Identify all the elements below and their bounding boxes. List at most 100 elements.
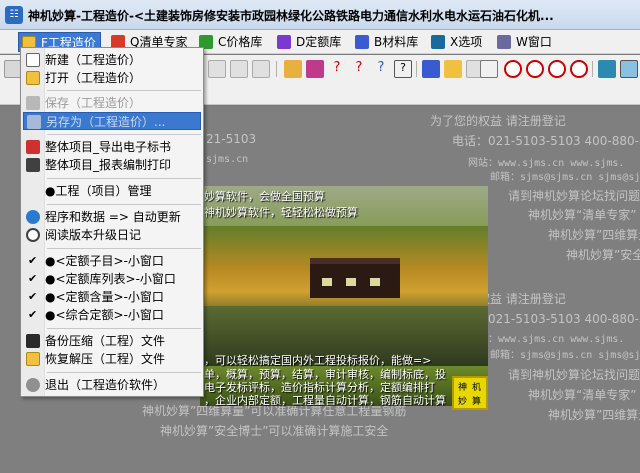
export-icon <box>26 140 40 154</box>
seal-char: 妙 <box>458 397 468 407</box>
tools-icon <box>431 35 445 49</box>
menu-item-backup[interactable]: 备份压缩（工程）文件 <box>23 332 201 350</box>
menu-ding-e-ku[interactable]: D定额库 <box>274 32 345 52</box>
help-window-icon[interactable]: ? <box>394 60 412 78</box>
menu-separator <box>47 134 201 135</box>
menu-item-quota-items-window[interactable]: ✔ ●<定额子目>-小窗口 <box>23 252 201 270</box>
globe-icon <box>26 210 40 224</box>
menu-item-auto-update[interactable]: 程序和数据 => 自动更新 <box>23 208 201 226</box>
photo-caption: 神机妙算软件，轻轻松松做预算 <box>204 206 358 219</box>
photo-caption: 妙算软件，会做全国预算 <box>204 190 325 203</box>
help-icon[interactable]: ? <box>350 60 368 78</box>
watermark-text: 神机妙算“清单专家” <box>528 208 637 222</box>
checkmark-icon: ✔ <box>28 254 38 267</box>
watermark-text: 神机妙算”安全博士”可以准确计算施工安全 <box>160 424 389 438</box>
file-menu-dropdown: 新建（工程造价） 打开（工程造价） 保存（工程造价） 另存为（工程造价）... … <box>20 47 204 397</box>
person-icon[interactable] <box>284 60 302 78</box>
save-icon[interactable] <box>422 60 440 78</box>
window-icon <box>497 35 511 49</box>
menu-separator <box>47 178 201 179</box>
title-bar: ☷ 神机妙算-工程造价-<土建装饰房修安装市政园林绿化公路铁路电力通信水利水电水… <box>0 0 640 30</box>
watermark-text: 请到神机妙算论坛找问题 <box>508 189 640 203</box>
seal-char: 神 <box>458 383 468 393</box>
folder-icon <box>26 352 40 366</box>
save-as-icon <box>27 115 41 129</box>
menu-item-quota-content-window[interactable]: ✔ ●<定额含量>-小窗口 <box>23 288 201 306</box>
watermark-text: 电话：021-5103-5103 400-880-51 <box>452 134 640 148</box>
menu-item-save[interactable]: 保存（工程造价） <box>23 94 201 112</box>
toolbar-separator <box>416 61 417 77</box>
window-title: 神机妙算-工程造价-<土建装饰房修安装市政园林绿化公路铁路电力通信水利水电水运石… <box>28 9 554 23</box>
menu-item-export-bid[interactable]: 整体项目_导出电子标书 <box>23 138 201 156</box>
menu-jiage-ku[interactable]: C价格库 <box>196 32 266 52</box>
menu-separator <box>47 204 201 205</box>
window-icon[interactable] <box>620 60 638 78</box>
stamp-ding-icon[interactable] <box>504 60 522 78</box>
book-icon[interactable] <box>306 60 324 78</box>
menu-item-save-as[interactable]: 另存为（工程造价）... <box>23 112 201 130</box>
window <box>322 278 332 286</box>
cube-icon <box>277 35 291 49</box>
watermark-text: 为了您的权益 请注册登记 <box>430 114 566 128</box>
seal-char: 机 <box>472 383 482 393</box>
menu-item-project-manage[interactable]: ●工程（项目）管理 <box>23 182 201 200</box>
menu-item-quota-list-window[interactable]: ✔ ●<定额库列表>-小窗口 <box>23 270 201 288</box>
menu-item-composite-quota-window[interactable]: ✔ ●<综合定额>-小窗口 <box>23 306 201 324</box>
watermark-text: 请到神机妙算论坛找问题 <box>508 368 640 382</box>
splash-photo: 妙算软件，会做全国预算 神机妙算软件，轻轻松松做预算 ，可以轻松搞定国内外工程投… <box>200 186 488 406</box>
menu-item-exit[interactable]: 退出（工程造价软件） <box>23 376 201 394</box>
grid-icon[interactable] <box>252 60 270 78</box>
watermark-text: 邮箱：sjms@sjms.cn sjms@sjms <box>490 172 640 183</box>
photo-caption: ，企业内部定额，工程量自动计算，钢筋自动计算 <box>204 394 446 406</box>
watermark-text: 21-5103 <box>206 132 257 146</box>
watermark-text: 神机妙算“清单专家” <box>528 388 637 402</box>
grid-icon[interactable] <box>230 60 248 78</box>
keyboard-icon[interactable] <box>598 60 616 78</box>
watermark-text: 网站：www.sjms.cn www.sjms. <box>468 334 625 345</box>
watermark-text: 网站：www.sjms.cn www.sjms. <box>468 158 625 169</box>
window <box>346 278 356 286</box>
watermark-text: 神机妙算”安全 <box>566 248 640 262</box>
logo-seal: 神 机 妙 算 <box>452 376 488 410</box>
menu-item-open[interactable]: 打开（工程造价） <box>23 69 201 87</box>
menu-separator <box>47 90 201 91</box>
magnifier-icon <box>26 228 40 242</box>
menu-xuanxiang[interactable]: X选项 <box>428 32 486 52</box>
house <box>310 258 400 298</box>
watermark-text: sjms.cn <box>206 154 249 165</box>
watermark-text: 神机妙算”四维算量 <box>548 408 640 422</box>
help-icon[interactable]: ? <box>372 60 390 78</box>
menu-item-new[interactable]: 新建（工程造价） <box>23 51 201 69</box>
menu-chuangkou[interactable]: W窗口 <box>494 32 556 52</box>
stamp-ku-icon[interactable] <box>526 60 544 78</box>
menu-separator <box>47 248 201 249</box>
checkmark-icon: ✔ <box>28 290 38 303</box>
watermark-text: 邮箱：sjms@sjms.cn sjms@sjms <box>490 350 640 361</box>
cube-icon <box>355 35 369 49</box>
help-icon[interactable]: ? <box>328 60 346 78</box>
menu-item-changelog[interactable]: 阅读版本升级日记 <box>23 226 201 244</box>
menu-item-report-print[interactable]: 整体项目_报表编制打印 <box>23 156 201 174</box>
menu-separator <box>47 328 201 329</box>
stamp-liang-icon[interactable] <box>548 60 566 78</box>
open-folder-icon <box>26 71 40 85</box>
folder-icon[interactable] <box>444 60 462 78</box>
watermark-text: 神机妙算”四维算量 <box>548 228 640 242</box>
new-file-icon <box>26 53 40 67</box>
archive-icon <box>26 334 40 348</box>
toolbar-separator <box>592 61 593 77</box>
seal-char: 算 <box>472 397 482 407</box>
checkmark-icon: ✔ <box>28 272 38 285</box>
menu-separator <box>47 372 201 373</box>
window <box>370 278 380 286</box>
menu-item-restore[interactable]: 恢复解压（工程）文件 <box>23 350 201 368</box>
grid-icon[interactable] <box>208 60 226 78</box>
home-icon[interactable] <box>480 60 498 78</box>
save-icon <box>26 96 40 110</box>
menu-cailiao-ku[interactable]: B材料库 <box>352 32 422 52</box>
stamp-cai-icon[interactable] <box>570 60 588 78</box>
app-icon: ☷ <box>5 6 23 24</box>
print-icon <box>26 158 40 172</box>
checkmark-icon: ✔ <box>28 308 38 321</box>
exit-icon <box>26 378 40 392</box>
